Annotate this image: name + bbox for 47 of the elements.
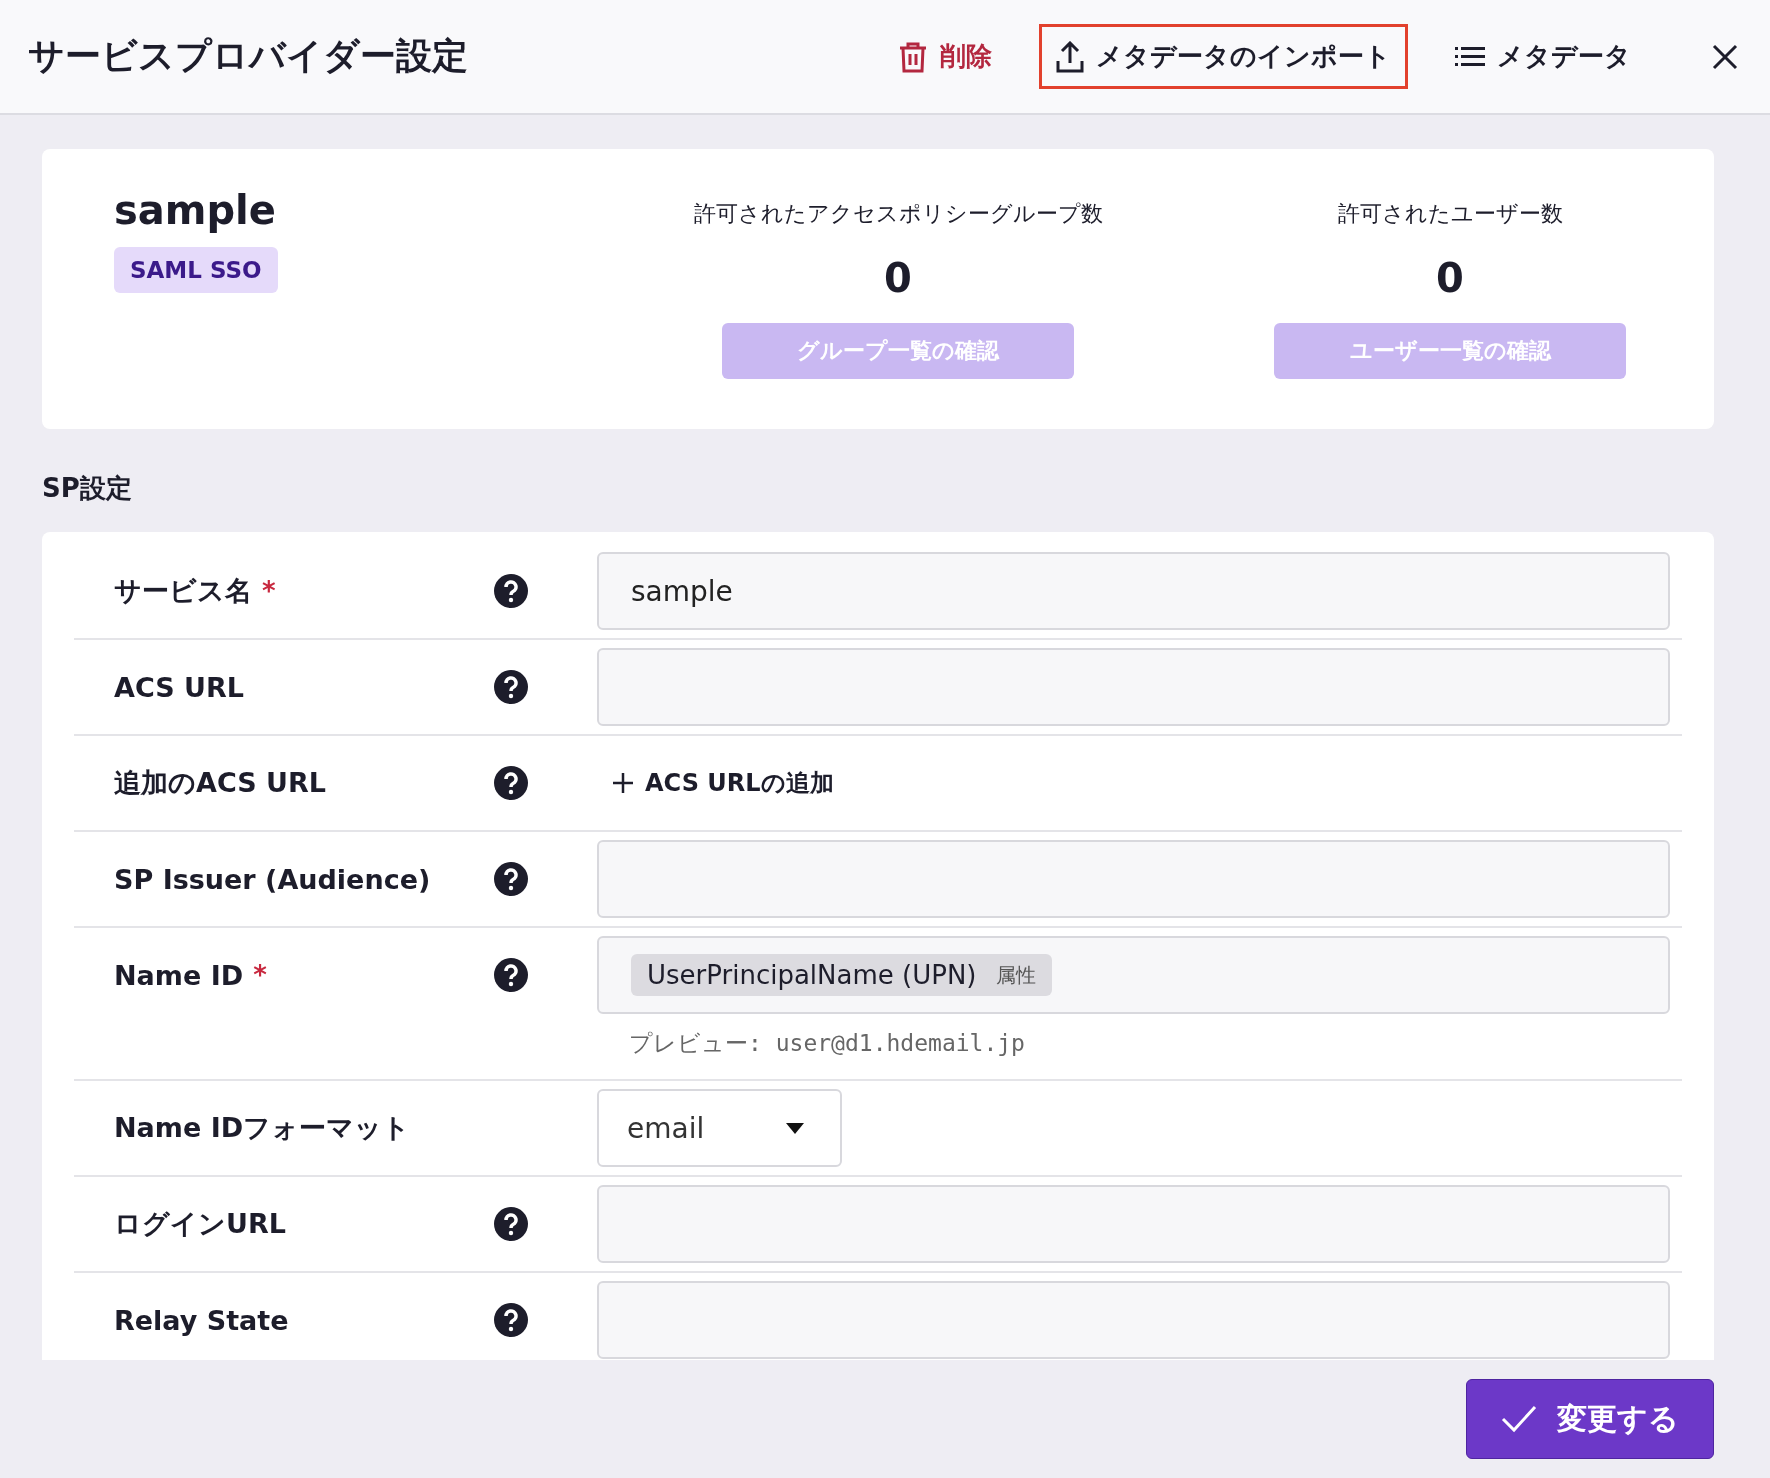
help-icon[interactable]	[494, 670, 528, 704]
submit-button[interactable]: 変更する	[1466, 1379, 1714, 1459]
preview-text: プレビュー: user@d1.hdemail.jp	[628, 1029, 1026, 1058]
help-icon[interactable]	[494, 766, 528, 800]
upload-icon	[1056, 40, 1084, 73]
help-icon[interactable]	[494, 1207, 528, 1241]
delete-button[interactable]: 削除	[881, 24, 1009, 89]
field-label: SP Issuer (Audience)	[114, 863, 431, 895]
plus-icon	[613, 773, 633, 793]
trash-icon	[898, 40, 928, 73]
text-field[interactable]	[597, 1281, 1670, 1359]
field-label: Name IDフォーマット	[114, 1111, 411, 1145]
help-icon[interactable]	[494, 574, 528, 608]
window-title: サービスプロバイダー設定	[28, 34, 469, 78]
format-select[interactable]: email	[597, 1089, 842, 1167]
tag-text: UserPrincipalName (UPN)	[647, 960, 977, 990]
stat-label: 許可されたアクセスポリシーグループ数	[693, 200, 1103, 228]
required-mark: *	[262, 576, 276, 606]
caret-icon	[786, 1122, 804, 1134]
import-button[interactable]: メタデータのインポート	[1039, 24, 1408, 89]
help-icon[interactable]	[494, 958, 528, 992]
check-icon	[1501, 1405, 1537, 1433]
text-field[interactable]: sample	[597, 552, 1670, 630]
field-label: 追加のACS URL	[114, 766, 326, 800]
help-icon[interactable]	[494, 862, 528, 896]
close-icon	[1712, 43, 1738, 70]
field-label: ACS URL	[114, 671, 244, 703]
field-label: サービス名	[114, 574, 252, 608]
field-label: Name ID	[114, 959, 244, 991]
text-field[interactable]	[597, 648, 1670, 726]
text-field[interactable]	[597, 1185, 1670, 1263]
text-field[interactable]	[597, 840, 1670, 918]
section-title: SP設定	[42, 472, 133, 505]
name-id-field[interactable]: UserPrincipalName (UPN) 属性	[597, 936, 1670, 1014]
help-icon[interactable]	[494, 1303, 528, 1337]
metadata-button[interactable]: メタデータ	[1438, 24, 1648, 89]
field-label: Relay State	[114, 1304, 289, 1336]
stat-value: 0	[1436, 255, 1464, 301]
type-tag: SAML SSO	[114, 247, 278, 293]
stat-label: 許可されたユーザー数	[1337, 200, 1563, 228]
stat-value: 0	[884, 255, 912, 301]
add-acs-url-button[interactable]: ACS URLの追加	[597, 744, 850, 822]
field-label: ログインURL	[114, 1207, 286, 1241]
list-icon	[1455, 45, 1485, 68]
tag-suffix: 属性	[996, 961, 1037, 989]
required-mark: *	[253, 960, 267, 990]
service-name: sample	[114, 187, 276, 233]
